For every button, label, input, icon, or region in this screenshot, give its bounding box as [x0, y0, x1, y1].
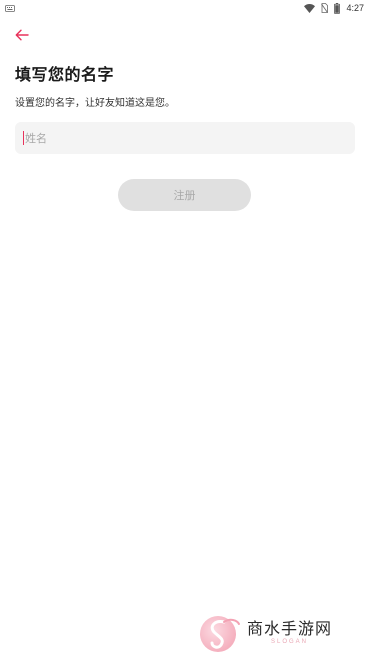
page-title: 填写您的名字 [15, 65, 115, 84]
status-time: 4:27 [346, 3, 364, 13]
watermark-logo-icon [197, 610, 243, 656]
text-cursor [23, 131, 24, 145]
watermark-slogan: SLOGAN [271, 639, 309, 645]
status-bar-left [5, 4, 15, 12]
no-sim-icon [321, 3, 329, 13]
arrow-left-icon [15, 29, 29, 41]
keyboard-icon [5, 4, 15, 12]
register-button[interactable]: 注册 [118, 179, 251, 211]
back-button[interactable] [11, 24, 33, 46]
battery-icon [334, 2, 341, 14]
name-input[interactable] [25, 131, 325, 145]
status-bar: 4:27 [0, 0, 370, 16]
page-subtitle: 设置您的名字，让好友知道这是您。 [15, 98, 175, 109]
wifi-icon [304, 3, 316, 13]
watermark-text-block: 商水手游网 SLOGAN [247, 620, 332, 646]
watermark: 商水手游网 SLOGAN [197, 610, 357, 656]
status-bar-right: 4:27 [304, 2, 364, 14]
watermark-text: 商水手游网 [247, 619, 333, 638]
name-field-container[interactable] [15, 122, 355, 154]
